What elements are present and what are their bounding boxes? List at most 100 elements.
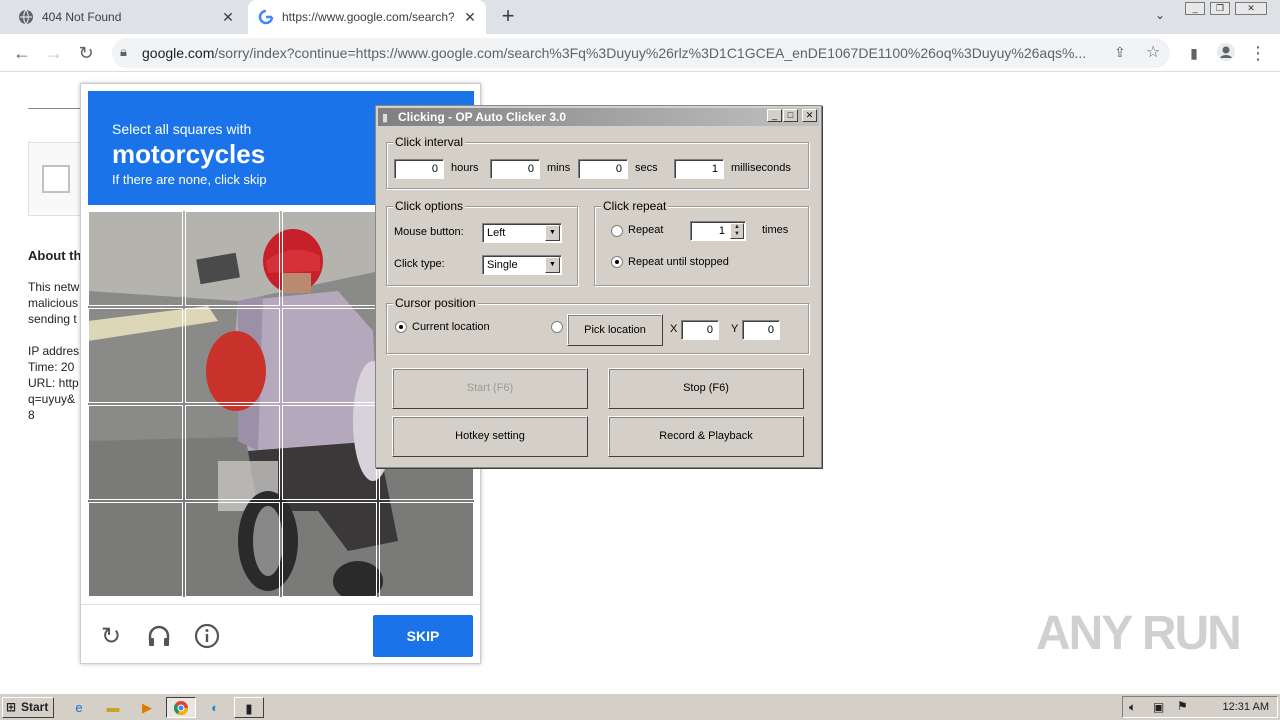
new-tab-button[interactable]: + xyxy=(496,5,520,28)
auto-clicker-taskbar-icon[interactable]: ▮ xyxy=(234,697,264,718)
captcha-tile[interactable] xyxy=(88,308,183,403)
anyrun-watermark: ANY RUN xyxy=(1036,607,1242,660)
auto-clicker-window: ▮ Clicking - OP Auto Clicker 3.0 _ □ ✕ C… xyxy=(375,105,822,468)
share-icon[interactable]: ⇪ xyxy=(1114,44,1126,61)
captcha-tile[interactable] xyxy=(185,308,280,403)
edge-icon[interactable]: ◐ xyxy=(202,697,228,718)
captcha-tile[interactable] xyxy=(185,405,280,500)
spin-arrows-icon[interactable]: ▲ ▼ xyxy=(730,223,744,239)
start-button[interactable]: Start (F6) xyxy=(392,368,588,409)
restore-icon[interactable]: ❐ xyxy=(1210,2,1230,15)
repeat-radio[interactable] xyxy=(611,225,623,237)
pick-location-radio[interactable] xyxy=(551,321,563,333)
mins-field[interactable]: 0 xyxy=(490,159,540,179)
captcha-tile[interactable] xyxy=(282,405,377,500)
repeat-until-stopped-label: Repeat until stopped xyxy=(628,256,729,268)
y-label: Y xyxy=(731,323,739,335)
tab-title: 404 Not Found xyxy=(42,10,122,24)
window-title[interactable]: ▮ Clicking - OP Auto Clicker 3.0 xyxy=(378,108,819,126)
minimize-icon[interactable]: _ xyxy=(767,109,782,122)
click-type-label: Click type: xyxy=(394,258,445,270)
mouse-button-select[interactable]: Left ▼ xyxy=(482,223,562,243)
browser-toolbar: ← → ↻ 🔒︎ google.com/sorry/index?continue… xyxy=(0,34,1280,72)
reload-icon[interactable]: ↻ xyxy=(97,623,125,651)
page-text-line: This netw xyxy=(28,280,80,294)
captcha-tile[interactable] xyxy=(185,211,280,306)
hours-label: hours xyxy=(451,162,479,174)
milliseconds-field[interactable]: 1 xyxy=(674,159,724,179)
captcha-tile[interactable] xyxy=(282,211,377,306)
click-options-group: Click options Mouse button: Left ▼ Click… xyxy=(386,199,578,286)
folder-icon[interactable]: ▬ xyxy=(100,697,126,718)
flag-icon[interactable]: ⚑ xyxy=(1177,699,1188,713)
pick-location-button[interactable]: Pick location xyxy=(567,314,663,346)
page-text-line: sending t xyxy=(28,312,77,326)
mouse-icon: ▮ xyxy=(382,112,389,124)
click-type-select[interactable]: Single ▼ xyxy=(482,255,562,275)
about-heading: About th xyxy=(28,248,80,263)
captcha-tile[interactable] xyxy=(88,405,183,500)
recaptcha-widget xyxy=(28,142,80,216)
url-text[interactable]: google.com/sorry/index?continue=https://… xyxy=(142,45,1110,61)
captcha-tile[interactable] xyxy=(88,211,183,306)
address-bar[interactable]: 🔒︎ google.com/sorry/index?continue=https… xyxy=(112,38,1170,68)
captcha-tile[interactable] xyxy=(185,502,280,597)
stop-button[interactable]: Stop (F6) xyxy=(608,368,804,409)
secs-field[interactable]: 0 xyxy=(578,159,628,179)
minimize-icon[interactable]: _ xyxy=(1185,2,1205,15)
side-panel-icon[interactable]: ▮ xyxy=(1182,42,1206,64)
bookmark-star-icon[interactable]: ☆ xyxy=(1146,42,1160,62)
click-interval-group: Click interval 0 hours 0 mins 0 secs 1 m… xyxy=(386,135,809,189)
info-icon[interactable] xyxy=(193,623,221,651)
chrome-taskbar-icon[interactable] xyxy=(166,697,196,718)
headphones-icon[interactable] xyxy=(145,623,173,651)
menu-kebab-icon[interactable]: ⋮ xyxy=(1246,42,1270,64)
tab-strip: 404 Not Found ✕ https://www.google.com/s… xyxy=(0,0,1280,34)
dropdown-arrow-icon[interactable]: ▼ xyxy=(545,257,560,273)
tab-google-search[interactable]: https://www.google.com/search?q= ✕ xyxy=(248,0,486,34)
current-location-radio[interactable] xyxy=(395,321,407,333)
lock-icon: 🔒︎ xyxy=(120,44,127,59)
captcha-tile[interactable] xyxy=(282,308,377,403)
close-window-icon[interactable]: ✕ xyxy=(1235,2,1267,15)
hotkey-setting-button[interactable]: Hotkey setting xyxy=(392,416,588,457)
y-field[interactable]: 0 xyxy=(742,320,780,340)
close-tab-icon[interactable]: ✕ xyxy=(220,9,236,25)
media-player-icon[interactable]: ▶ xyxy=(134,697,160,718)
tab-search-chevron-icon[interactable]: ⌄ xyxy=(1150,8,1170,26)
forward-arrow-icon[interactable]: → xyxy=(42,42,66,64)
captcha-instruction: Select all squares with xyxy=(112,121,252,137)
tab-404[interactable]: 404 Not Found ✕ xyxy=(8,0,244,34)
repeat-until-stopped-radio[interactable] xyxy=(611,256,623,268)
mins-label: mins xyxy=(547,162,571,174)
captcha-tile[interactable] xyxy=(88,502,183,597)
captcha-hint: If there are none, click skip xyxy=(112,172,267,187)
clock[interactable]: 12:31 AM xyxy=(1223,701,1269,713)
x-field[interactable]: 0 xyxy=(681,320,719,340)
skip-button[interactable]: SKIP xyxy=(373,615,473,657)
back-arrow-icon[interactable]: ← xyxy=(10,42,34,64)
hours-field[interactable]: 0 xyxy=(394,159,444,179)
network-icon[interactable]: ▣ xyxy=(1153,700,1164,714)
page-divider xyxy=(28,108,80,109)
ie-icon[interactable]: e xyxy=(66,697,92,718)
volume-icon[interactable]: 🔈︎ xyxy=(1129,700,1136,715)
captcha-tile[interactable] xyxy=(282,502,377,597)
captcha-target: motorcycles xyxy=(112,139,266,169)
maximize-icon[interactable]: □ xyxy=(783,109,798,122)
captcha-tile[interactable] xyxy=(379,502,474,597)
profile-avatar-icon[interactable] xyxy=(1214,42,1238,64)
taskbar: ⊞ Start e ▬ ▶ ◐ ▮ 🔈︎ ▣ ⚑ 12:31 AM xyxy=(0,693,1280,720)
mouse-button-label: Mouse button: xyxy=(394,226,464,238)
close-icon[interactable]: ✕ xyxy=(802,109,817,122)
recaptcha-checkbox[interactable] xyxy=(42,165,70,193)
page-text-line: q=uyuy& xyxy=(28,392,76,406)
dropdown-arrow-icon[interactable]: ▼ xyxy=(545,225,560,241)
start-button[interactable]: ⊞ Start xyxy=(2,697,54,718)
click-repeat-group: Click repeat Repeat 1 ▲ ▼ times Repeat un… xyxy=(594,199,809,286)
times-label: times xyxy=(762,224,789,236)
page-text-line[interactable]: URL: http xyxy=(28,376,80,390)
close-tab-icon[interactable]: ✕ xyxy=(462,9,478,25)
record-playback-button[interactable]: Record & Playback xyxy=(608,416,804,457)
reload-icon[interactable]: ↻ xyxy=(74,42,98,64)
